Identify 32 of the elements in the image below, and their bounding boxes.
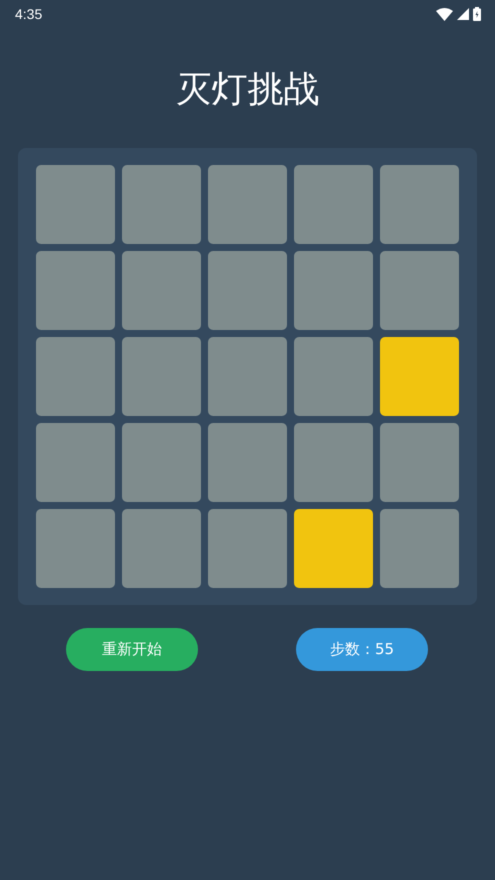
light-tile[interactable] bbox=[122, 165, 201, 244]
light-tile[interactable] bbox=[36, 509, 115, 588]
light-tile[interactable] bbox=[36, 165, 115, 244]
light-tile[interactable] bbox=[36, 423, 115, 502]
light-tile[interactable] bbox=[122, 251, 201, 330]
wifi-icon bbox=[436, 8, 453, 20]
light-tile[interactable] bbox=[36, 251, 115, 330]
light-tile[interactable] bbox=[380, 251, 459, 330]
light-tile[interactable] bbox=[380, 165, 459, 244]
light-tile[interactable] bbox=[122, 423, 201, 502]
game-title: 灭灯挑战 bbox=[176, 68, 320, 112]
step-counter[interactable]: 步数：55 bbox=[296, 628, 428, 671]
status-time: 4:35 bbox=[15, 6, 42, 22]
light-tile[interactable] bbox=[294, 165, 373, 244]
light-tile[interactable] bbox=[294, 337, 373, 416]
light-tile[interactable] bbox=[294, 509, 373, 588]
light-tile[interactable] bbox=[380, 337, 459, 416]
signal-icon bbox=[457, 8, 469, 20]
light-tile[interactable] bbox=[294, 251, 373, 330]
light-tile[interactable] bbox=[294, 423, 373, 502]
battery-icon bbox=[473, 7, 481, 21]
light-tile[interactable] bbox=[208, 423, 287, 502]
light-tile[interactable] bbox=[208, 165, 287, 244]
light-tile[interactable] bbox=[208, 251, 287, 330]
light-tile[interactable] bbox=[380, 509, 459, 588]
light-tile[interactable] bbox=[122, 509, 201, 588]
light-tile[interactable] bbox=[208, 509, 287, 588]
light-tile[interactable] bbox=[36, 337, 115, 416]
restart-button[interactable]: 重新开始 bbox=[66, 628, 198, 671]
light-tile[interactable] bbox=[380, 423, 459, 502]
light-tile[interactable] bbox=[208, 337, 287, 416]
light-tile[interactable] bbox=[122, 337, 201, 416]
